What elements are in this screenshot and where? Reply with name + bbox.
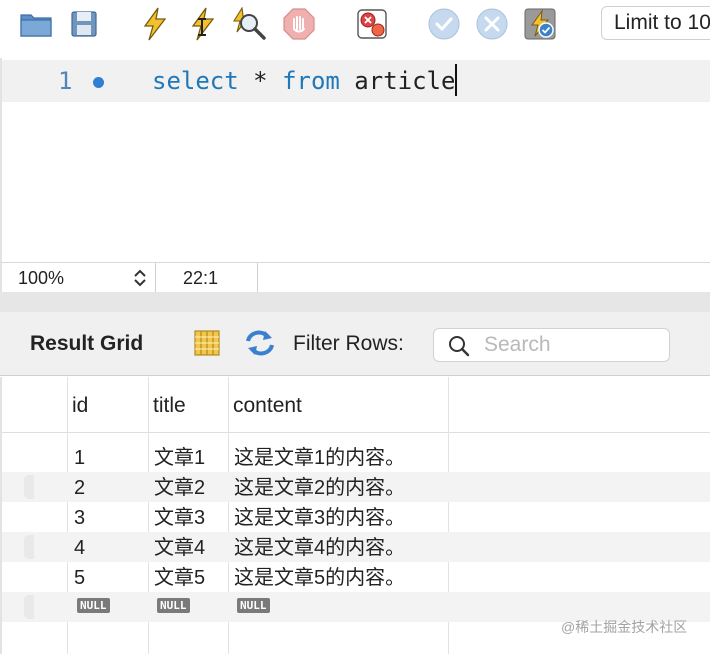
cell-content[interactable]: 这是文章3的内容。 [234, 502, 405, 532]
panel-splitter[interactable] [0, 292, 710, 312]
column-header-title[interactable]: title [153, 391, 186, 421]
search-input[interactable] [484, 329, 664, 361]
editor-status-bar: 100% 22:1 [0, 262, 710, 293]
limit-rows-select[interactable]: Limit to 1000 rows [601, 6, 710, 40]
result-toolbar: Result Grid Filter Rows: [0, 312, 710, 376]
status-divider [155, 263, 156, 293]
cell-content[interactable]: 这是文章4的内容。 [234, 532, 405, 562]
filter-search-box[interactable] [433, 328, 670, 362]
cell-id[interactable]: 3 [74, 502, 85, 532]
current-line: 1 select * from article [2, 60, 710, 102]
grid-view-icon[interactable] [192, 328, 222, 358]
sql-code-line[interactable]: select * from article [152, 60, 458, 102]
column-header-content[interactable]: content [233, 391, 302, 421]
keyword-from: from [282, 67, 340, 95]
row-marker [24, 535, 34, 559]
toggle-autocommit-icon[interactable] [522, 6, 558, 42]
cell-id[interactable]: 5 [74, 562, 85, 592]
cell-title[interactable]: 文章4 [154, 532, 205, 562]
sql-editor[interactable]: 1 select * from article [0, 58, 710, 262]
row-marker [24, 475, 34, 499]
search-icon [448, 335, 470, 362]
zoom-stepper-icon[interactable] [131, 267, 149, 289]
row-marker [24, 595, 34, 619]
result-grid[interactable]: id title content 1 文章1 这是文章1的内容。 2 文章2 这… [0, 377, 710, 654]
cell-content[interactable]: 这是文章1的内容。 [234, 442, 405, 472]
toggle-continue-on-error-icon[interactable] [354, 6, 390, 42]
table-row[interactable]: 5 文章5 这是文章5的内容。 [2, 562, 710, 592]
cursor-position: 22:1 [183, 268, 219, 288]
execute-current-statement-icon[interactable] [185, 6, 221, 42]
stop-query-icon[interactable] [281, 6, 317, 42]
line-number: 1 [58, 67, 73, 95]
save-script-icon[interactable] [66, 6, 102, 42]
cell-id[interactable]: 4 [74, 532, 85, 562]
grid-header: id title content [2, 377, 710, 433]
open-sql-script-icon[interactable] [18, 6, 54, 42]
cell-title[interactable]: 文章2 [154, 472, 205, 502]
cell-content[interactable]: 这是文章5的内容。 [234, 562, 405, 592]
query-toolbar: Limit to 1000 rows [0, 0, 710, 56]
rollback-icon[interactable] [474, 6, 510, 42]
table-row[interactable]: 1 文章1 这是文章1的内容。 [2, 442, 710, 472]
watermark-text: @稀土掘金技术社区 [561, 619, 688, 635]
cell-title[interactable]: 文章5 [154, 562, 205, 592]
commit-icon[interactable] [426, 6, 462, 42]
cell-id[interactable]: 1 [74, 442, 85, 472]
cell-id[interactable]: 2 [74, 472, 85, 502]
code-table-name: article [339, 67, 456, 95]
code-operator: * [238, 67, 283, 95]
refresh-icon[interactable] [243, 328, 274, 358]
keyword-select: select [152, 67, 239, 95]
execute-all-icon[interactable] [137, 6, 173, 42]
statement-marker-icon[interactable] [93, 77, 104, 88]
table-row[interactable]: 4 文章4 这是文章4的内容。 [2, 532, 710, 562]
null-badge[interactable]: NULL [237, 598, 270, 613]
null-badge[interactable]: NULL [77, 598, 110, 613]
column-header-id[interactable]: id [72, 391, 88, 421]
explain-query-icon[interactable] [232, 6, 268, 42]
status-divider [257, 263, 258, 293]
cell-content[interactable]: 这是文章2的内容。 [234, 472, 405, 502]
cell-title[interactable]: 文章3 [154, 502, 205, 532]
null-badge[interactable]: NULL [157, 598, 190, 613]
filter-rows-label: Filter Rows: [293, 332, 404, 355]
text-caret [455, 64, 458, 96]
table-row[interactable]: 2 文章2 这是文章2的内容。 [2, 472, 710, 502]
result-grid-label: Result Grid [30, 332, 144, 355]
cell-title[interactable]: 文章1 [154, 442, 205, 472]
table-row[interactable]: 3 文章3 这是文章3的内容。 [2, 502, 710, 532]
zoom-level: 100% [18, 268, 65, 288]
